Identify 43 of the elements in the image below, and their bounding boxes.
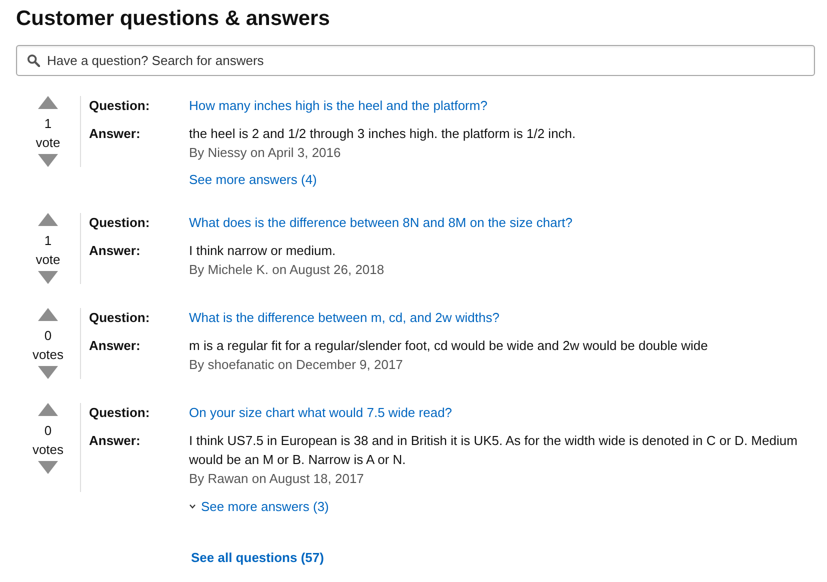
answer-label: Answer: bbox=[89, 337, 142, 355]
answer-byline: By Niessy on April 3, 2016 bbox=[189, 144, 342, 162]
upvote-icon[interactable] bbox=[38, 403, 58, 416]
downvote-icon[interactable] bbox=[38, 461, 58, 474]
downvote-icon[interactable] bbox=[38, 271, 58, 284]
question-label: Question: bbox=[89, 214, 151, 232]
search-field[interactable]: Have a question? Search for answers bbox=[16, 45, 815, 76]
answer-text: the heel is 2 and 1/2 through 3 inches high. the platform is 1/2 inch. bbox=[189, 125, 577, 143]
vote-count: 0 bbox=[44, 327, 52, 345]
answer-text: I think US7.5 in European is 38 and in British it is UK5. As for the width wide is denoted in C or D. Medium would be an M or B. Narrow is A or N. bbox=[189, 432, 798, 469]
answer-text: I think narrow or medium. bbox=[189, 242, 337, 260]
question-link[interactable]: On your size chart what would 7.5 wide read? bbox=[189, 403, 452, 422]
answer-text: m is a regular fit for a regular/slender foot, cd would be wide and 2w would be double wide bbox=[189, 337, 709, 355]
answer-label: Answer: bbox=[89, 242, 142, 260]
see-more-answers-link[interactable]: See more answers (4) bbox=[189, 170, 317, 189]
vote-label: vote bbox=[36, 251, 60, 269]
vote-label: votes bbox=[32, 441, 64, 459]
answer-label: Answer: bbox=[89, 432, 142, 450]
search-icon bbox=[27, 54, 40, 67]
downvote-icon[interactable] bbox=[38, 366, 58, 379]
question-link[interactable]: What does is the difference between 8N and 8M on the size chart? bbox=[189, 213, 572, 232]
upvote-icon[interactable] bbox=[38, 96, 58, 109]
vote-count: 1 bbox=[44, 115, 52, 133]
answer-byline: By shoefanatic on December 9, 2017 bbox=[189, 356, 404, 374]
question-label: Question: bbox=[89, 309, 151, 327]
see-more-answers-link[interactable]: See more answers (3) bbox=[189, 497, 329, 516]
answer-label: Answer: bbox=[89, 125, 142, 143]
answer-byline: By Rawan on August 18, 2017 bbox=[189, 470, 365, 488]
question-label: Question: bbox=[89, 97, 151, 115]
section-title: Customer questions & answers bbox=[16, 6, 331, 32]
caret-icon bbox=[189, 504, 196, 509]
vote-label: votes bbox=[32, 346, 64, 364]
question-link[interactable]: How many inches high is the heel and the platform? bbox=[189, 96, 488, 115]
vote-count: 0 bbox=[44, 422, 52, 440]
vote-count: 1 bbox=[44, 232, 52, 250]
question-link[interactable]: What is the difference between m, cd, and 2w widths? bbox=[189, 308, 500, 327]
upvote-icon[interactable] bbox=[38, 213, 58, 226]
answer-byline: By Michele K. on August 26, 2018 bbox=[189, 261, 386, 279]
downvote-icon[interactable] bbox=[38, 154, 58, 167]
upvote-icon[interactable] bbox=[38, 308, 58, 321]
question-label: Question: bbox=[89, 404, 151, 422]
vote-label: vote bbox=[36, 134, 60, 152]
see-all-questions-link[interactable]: See all questions (57) bbox=[191, 548, 324, 567]
